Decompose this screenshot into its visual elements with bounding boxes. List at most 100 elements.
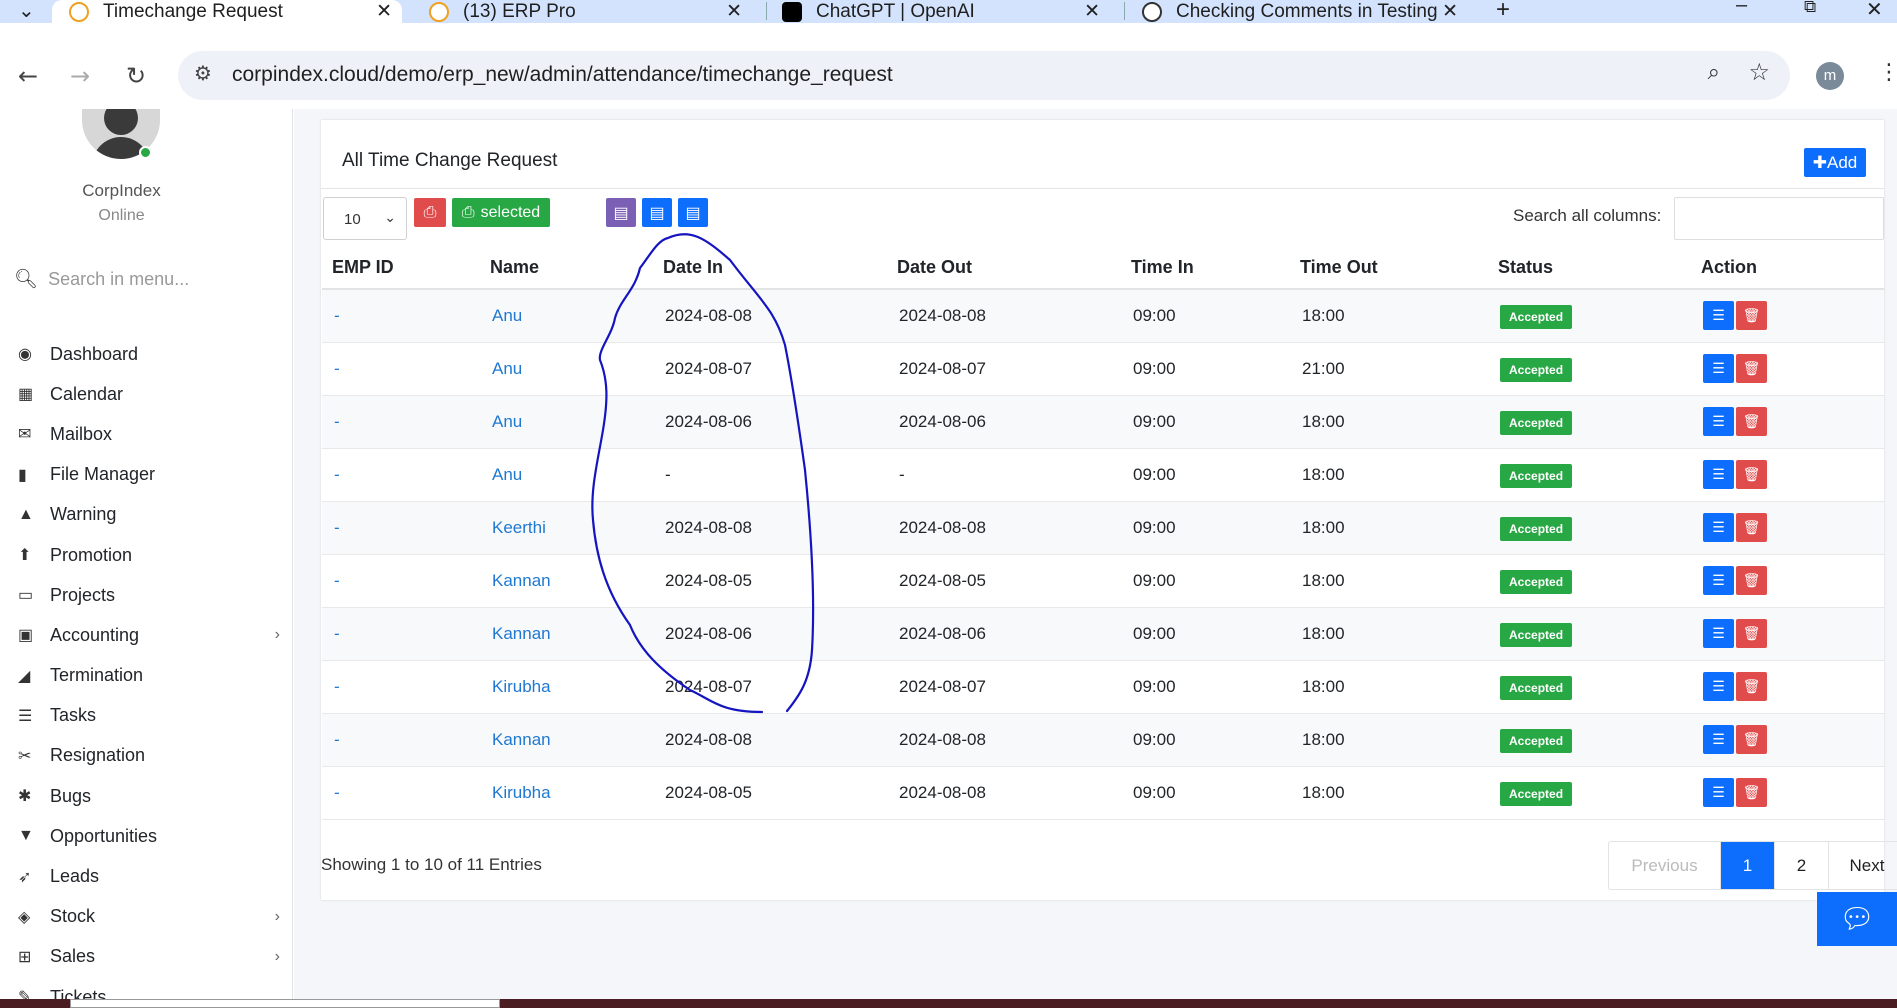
zoom-icon[interactable]: ⌕	[1708, 60, 1720, 85]
tab-erp-pro[interactable]: (13) ERP Pro ✕	[412, 0, 752, 23]
add-button[interactable]: ✚Add	[1804, 148, 1866, 177]
emp-id-link[interactable]: -	[334, 571, 340, 590]
export-pdf-button[interactable]: ▤	[678, 198, 708, 227]
sidebar-item-file-manager[interactable]: ▮ File Manager	[18, 455, 288, 495]
sidebar-item-warning[interactable]: ▲ Warning	[18, 495, 288, 535]
column-header[interactable]: Status	[1488, 246, 1691, 290]
column-header[interactable]: EMP ID	[322, 246, 480, 290]
sidebar-item-sales[interactable]: ⊞ Sales ›	[18, 937, 288, 977]
employee-name-link[interactable]: Anu	[492, 306, 522, 325]
emp-id-link[interactable]: -	[334, 730, 340, 749]
delete-button[interactable]: 🗑︎	[1736, 407, 1767, 436]
chat-widget-button[interactable]: 💬︎	[1817, 892, 1897, 946]
edit-button[interactable]: ☰	[1703, 407, 1734, 436]
sidebar-item-calendar[interactable]: ▦ Calendar	[18, 374, 288, 414]
employee-name-link[interactable]: Kirubha	[492, 783, 551, 802]
delete-button[interactable]: 🗑︎	[1736, 513, 1767, 542]
site-settings-icon[interactable]: ⚙	[194, 61, 212, 85]
column-header[interactable]: Time In	[1121, 246, 1290, 290]
page-2-button[interactable]: 2	[1775, 842, 1829, 889]
employee-name-link[interactable]: Anu	[492, 359, 522, 378]
emp-id-link[interactable]: -	[334, 518, 340, 537]
emp-id-link[interactable]: -	[334, 412, 340, 431]
emp-id-link[interactable]: -	[334, 359, 340, 378]
delete-button[interactable]: 🗑︎	[1736, 566, 1767, 595]
export-excel-button[interactable]: ▤	[642, 198, 672, 227]
employee-name-link[interactable]: Keerthi	[492, 518, 546, 537]
column-header[interactable]: Date Out	[887, 246, 1121, 290]
emp-id-link[interactable]: -	[334, 783, 340, 802]
employee-name-link[interactable]: Kannan	[492, 730, 551, 749]
column-header[interactable]: Time Out	[1290, 246, 1488, 290]
url-text[interactable]: corpindex.cloud/demo/erp_new/admin/atten…	[232, 63, 893, 87]
sidebar-item-resignation[interactable]: ✂ Resignation	[18, 736, 288, 776]
edit-button[interactable]: ☰	[1703, 778, 1734, 807]
delete-button[interactable]: 🗑︎	[1736, 672, 1767, 701]
delete-button[interactable]: 🗑︎	[1736, 778, 1767, 807]
bookmark-star-icon[interactable]: ☆	[1748, 58, 1770, 86]
menu-search-input[interactable]: Search in menu...	[48, 269, 189, 290]
close-window-icon[interactable]: ✕	[1866, 0, 1883, 22]
forward-icon[interactable]: →	[70, 62, 90, 90]
restore-icon[interactable]: ⧉	[1804, 0, 1816, 17]
sidebar-item-stock[interactable]: ◈ Stock ›	[18, 897, 288, 937]
sidebar-item-mailbox[interactable]: ✉ Mailbox	[18, 414, 288, 454]
address-bar[interactable]: ⚙ corpindex.cloud/demo/erp_new/admin/att…	[178, 51, 1790, 100]
close-tab-icon[interactable]: ✕	[1084, 0, 1100, 23]
emp-id-link[interactable]: -	[334, 306, 340, 325]
delete-button[interactable]: 🗑︎	[1736, 619, 1767, 648]
tab-checking-comments[interactable]: Checking Comments in Testing ✕	[1128, 0, 1468, 23]
close-tab-icon[interactable]: ✕	[726, 0, 742, 23]
employee-name-link[interactable]: Kannan	[492, 624, 551, 643]
reload-icon[interactable]: ↻	[126, 62, 146, 90]
sidebar-item-projects[interactable]: ▭ Projects	[18, 575, 288, 615]
sidebar-item-dashboard[interactable]: ◉ Dashboard	[18, 334, 288, 374]
tab-list-chevron-icon[interactable]: ⌄	[18, 0, 35, 23]
browser-menu-icon[interactable]: ⋮	[1878, 60, 1897, 85]
sidebar-item-leads[interactable]: ➶ Leads	[18, 856, 288, 896]
previous-page-button[interactable]: Previous	[1609, 842, 1721, 889]
page-1-button[interactable]: 1	[1721, 842, 1775, 889]
sidebar-item-promotion[interactable]: ⬆ Promotion	[18, 535, 288, 575]
edit-button[interactable]: ☰	[1703, 672, 1734, 701]
page-length-select[interactable]: 10 ⌄	[323, 197, 407, 240]
back-icon[interactable]: ←	[18, 62, 38, 90]
close-tab-icon[interactable]: ✕	[1442, 0, 1458, 23]
menu-search[interactable]: 🔍︎ Search in menu...	[14, 267, 189, 291]
print-button[interactable]: ⎙	[414, 198, 446, 227]
column-header[interactable]: Name	[480, 246, 653, 290]
emp-id-link[interactable]: -	[334, 465, 340, 484]
sidebar-item-opportunities[interactable]: ▼ Opportunities	[18, 816, 288, 856]
tab-timechange-request[interactable]: Timechange Request ✕	[52, 0, 402, 23]
edit-button[interactable]: ☰	[1703, 619, 1734, 648]
employee-name-link[interactable]: Kannan	[492, 571, 551, 590]
new-tab-icon[interactable]: +	[1496, 0, 1510, 24]
tab-chatgpt[interactable]: ChatGPT | OpenAI ✕	[770, 0, 1110, 23]
employee-name-link[interactable]: Kirubha	[492, 677, 551, 696]
close-tab-icon[interactable]: ✕	[376, 0, 392, 23]
minimize-icon[interactable]: –	[1736, 0, 1747, 17]
emp-id-link[interactable]: -	[334, 624, 340, 643]
next-page-button[interactable]: Next	[1829, 842, 1897, 889]
sidebar-item-tasks[interactable]: ☰ Tasks	[18, 696, 288, 736]
employee-name-link[interactable]: Anu	[492, 465, 522, 484]
sidebar-item-accounting[interactable]: ▣ Accounting ›	[18, 615, 288, 655]
edit-button[interactable]: ☰	[1703, 513, 1734, 542]
sidebar-item-termination[interactable]: ◢ Termination	[18, 656, 288, 696]
edit-button[interactable]: ☰	[1703, 301, 1734, 331]
edit-button[interactable]: ☰	[1703, 725, 1734, 754]
delete-button[interactable]: 🗑︎	[1736, 301, 1767, 331]
edit-button[interactable]: ☰	[1703, 566, 1734, 595]
sidebar-item-bugs[interactable]: ✱ Bugs	[18, 776, 288, 816]
edit-button[interactable]: ☰	[1703, 354, 1734, 383]
employee-name-link[interactable]: Anu	[492, 412, 522, 431]
column-header[interactable]: Date In	[653, 246, 887, 290]
emp-id-link[interactable]: -	[334, 677, 340, 696]
delete-button[interactable]: 🗑︎	[1736, 725, 1767, 754]
delete-button[interactable]: 🗑︎	[1736, 460, 1767, 489]
profile-avatar[interactable]: m	[1816, 62, 1844, 90]
export-csv-button[interactable]: ▤	[606, 198, 636, 227]
search-all-columns-input[interactable]	[1674, 197, 1884, 240]
print-selected-button[interactable]: ⎙ selected	[452, 198, 550, 227]
edit-button[interactable]: ☰	[1703, 460, 1734, 489]
